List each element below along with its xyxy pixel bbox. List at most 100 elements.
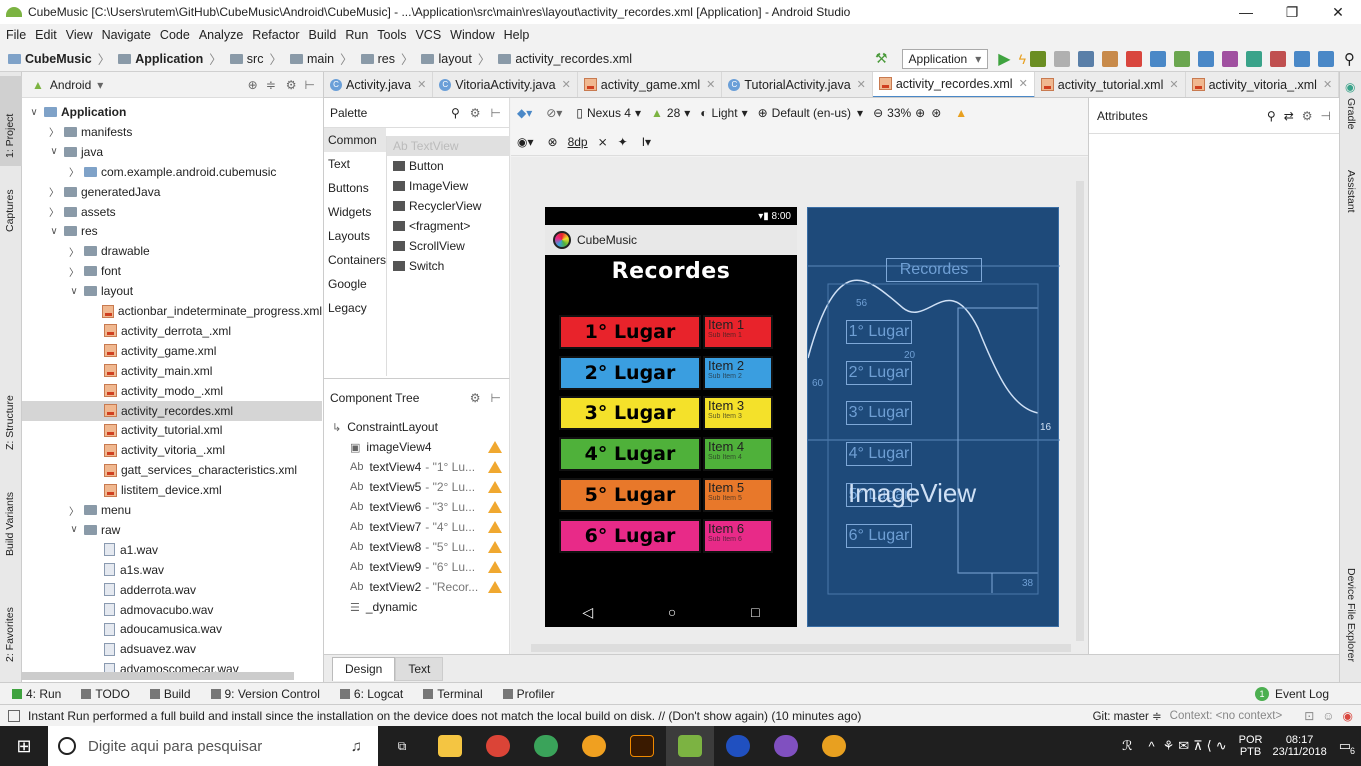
attach-debugger-icon[interactable]: [1102, 50, 1118, 67]
minimize-button[interactable]: —: [1223, 4, 1269, 21]
rank-row[interactable]: 2° Lugar Item 2 Sub Item 2: [553, 352, 779, 392]
tree-item[interactable]: a1s.wav: [22, 560, 322, 580]
people-icon[interactable]: ℛ: [1122, 738, 1132, 754]
sync-project-icon[interactable]: [1150, 50, 1166, 67]
close-button[interactable]: ✕: [1315, 4, 1361, 21]
palette-category[interactable]: Layouts: [324, 224, 386, 248]
captures-tool-label[interactable]: Captures: [4, 189, 16, 232]
file-explorer-icon[interactable]: [426, 726, 474, 766]
palette-category[interactable]: Common: [324, 128, 386, 152]
warning-icon[interactable]: ▲: [955, 106, 967, 120]
app-blue-icon[interactable]: [714, 726, 762, 766]
gradle-tool-label[interactable]: Gradle: [1345, 98, 1357, 130]
close-tab-icon[interactable]: ✕: [562, 78, 571, 91]
project-structure-icon[interactable]: [1318, 50, 1334, 67]
tab-text[interactable]: Text: [395, 656, 444, 681]
warning-icon[interactable]: [488, 541, 502, 553]
undo-icon[interactable]: [1222, 50, 1238, 67]
project-view-select[interactable]: Android: [50, 78, 91, 92]
component-tree-item[interactable]: ☰ _dynamic: [350, 597, 520, 617]
illustrator-icon[interactable]: [618, 726, 666, 766]
structure-tool-label[interactable]: Z: Structure: [4, 395, 16, 450]
palette-item[interactable]: Switch: [387, 256, 510, 276]
palette-category[interactable]: Widgets: [324, 200, 386, 224]
palette-category[interactable]: Legacy: [324, 296, 386, 320]
palette-item[interactable]: Ab TextView: [387, 136, 510, 156]
device-icon[interactable]: ▯: [576, 106, 583, 120]
chevron-right-icon[interactable]: 〉: [68, 503, 80, 518]
zoom-in-icon[interactable]: ⊕: [915, 106, 925, 120]
event-log-button[interactable]: Event Log: [1275, 687, 1329, 701]
editor-tab[interactable]: activity_tutorial.xml ✕: [1035, 72, 1186, 97]
menu-analyze[interactable]: Analyze: [199, 28, 243, 42]
palette-gear-icon[interactable]: ⚙: [470, 106, 481, 120]
android-studio-task-icon[interactable]: [666, 726, 714, 766]
bottom-tool-button[interactable]: Terminal: [423, 687, 483, 701]
tree-item[interactable]: ∨ java: [22, 142, 322, 162]
editor-tab[interactable]: activity_game.xml ✕: [578, 72, 723, 97]
context-label[interactable]: Context: <no context>: [1170, 710, 1283, 722]
zoom-out-icon[interactable]: ⊖: [873, 106, 883, 120]
bottom-tool-button[interactable]: 4: Run: [12, 687, 61, 701]
tree-item[interactable]: 〉 com.example.android.cubemusic: [22, 162, 322, 182]
device-icon[interactable]: [1246, 50, 1262, 67]
tree-item[interactable]: a1.wav: [22, 540, 322, 560]
bottom-tool-button[interactable]: Profiler: [502, 687, 555, 701]
assistant-tool-label[interactable]: Assistant: [1345, 170, 1357, 213]
tree-item[interactable]: activity_tutorial.xml: [22, 420, 322, 440]
api-select[interactable]: 28: [667, 106, 680, 120]
canvas-scrollbar[interactable]: [1076, 181, 1084, 641]
gear-icon[interactable]: ⚙: [286, 78, 297, 92]
infer-constraints-icon[interactable]: ✦: [618, 135, 628, 149]
memory-icon[interactable]: ◉: [1343, 709, 1353, 723]
close-tab-icon[interactable]: ✕: [857, 78, 866, 91]
run-icon[interactable]: ▶: [998, 49, 1010, 69]
editor-tab[interactable]: C Activity.java ✕: [324, 72, 434, 97]
chevron-down-icon[interactable]: ∨: [68, 524, 80, 535]
rank-row[interactable]: 4° Lugar Item 4 Sub Item 4: [553, 433, 779, 473]
hammer-icon[interactable]: ⚒: [875, 50, 888, 67]
zoom-fit-icon[interactable]: ⊛: [931, 106, 941, 120]
start-button[interactable]: ⊞: [0, 726, 48, 766]
breadcrumb-item[interactable]: activity_recordes.xml: [498, 52, 632, 66]
tray-chevron-icon[interactable]: ^: [1148, 739, 1154, 754]
menu-navigate[interactable]: Navigate: [102, 28, 151, 42]
close-tab-icon[interactable]: ✕: [1323, 78, 1332, 91]
tree-item[interactable]: 〉 drawable: [22, 241, 322, 261]
search-icon[interactable]: ⚲: [451, 106, 460, 120]
editor-tab[interactable]: activity_vitoria_.xml ✕: [1186, 72, 1339, 97]
chevron-down-icon[interactable]: ∨: [48, 226, 60, 237]
editor-tab[interactable]: C TutorialActivity.java ✕: [722, 72, 873, 97]
attributes-search-icon[interactable]: ⚲: [1267, 109, 1276, 123]
chevron-right-icon[interactable]: 〉: [48, 124, 60, 139]
app-multicolor-icon[interactable]: [810, 726, 858, 766]
menu-tools[interactable]: Tools: [377, 28, 406, 42]
tree-item[interactable]: ∨ layout: [22, 281, 322, 301]
debug-icon[interactable]: [1030, 50, 1046, 67]
tree-item[interactable]: ∨ res: [22, 221, 322, 241]
search-everywhere-icon[interactable]: ⚲: [1344, 50, 1355, 68]
warning-icon[interactable]: [488, 481, 502, 493]
status-toggle-icon[interactable]: [8, 709, 20, 722]
tree-item[interactable]: 〉 font: [22, 261, 322, 281]
close-tab-icon[interactable]: ✕: [1169, 78, 1178, 91]
chrome-icon[interactable]: [474, 726, 522, 766]
breadcrumb-item[interactable]: main 〉: [289, 49, 353, 68]
warning-icon[interactable]: [488, 521, 502, 533]
build-variants-tool-label[interactable]: Build Variants: [4, 492, 16, 556]
hide-panel-icon[interactable]: ⊢: [305, 78, 315, 92]
breadcrumb-item[interactable]: src 〉: [229, 49, 282, 68]
app-purple-icon[interactable]: [762, 726, 810, 766]
menu-edit[interactable]: Edit: [35, 28, 57, 42]
palette-category[interactable]: Text: [324, 152, 386, 176]
close-tab-icon[interactable]: ✕: [706, 78, 715, 91]
chevron-down-icon[interactable]: ∨: [68, 286, 80, 297]
attributes-hide-icon[interactable]: ⊣: [1321, 109, 1331, 123]
close-tab-icon[interactable]: ✕: [1019, 77, 1028, 90]
tree-item[interactable]: adderrota.wav: [22, 580, 322, 600]
warning-icon[interactable]: [488, 501, 502, 513]
apply-changes-icon[interactable]: ϟ: [1019, 51, 1026, 67]
git-branch[interactable]: Git: master ≑: [1093, 709, 1162, 723]
tree-hide-icon[interactable]: ⊢: [491, 391, 501, 405]
blueprint-preview[interactable]: Recordes 1° Lugar 2° Lugar 3° Lugar 4° Luga…: [807, 207, 1060, 627]
